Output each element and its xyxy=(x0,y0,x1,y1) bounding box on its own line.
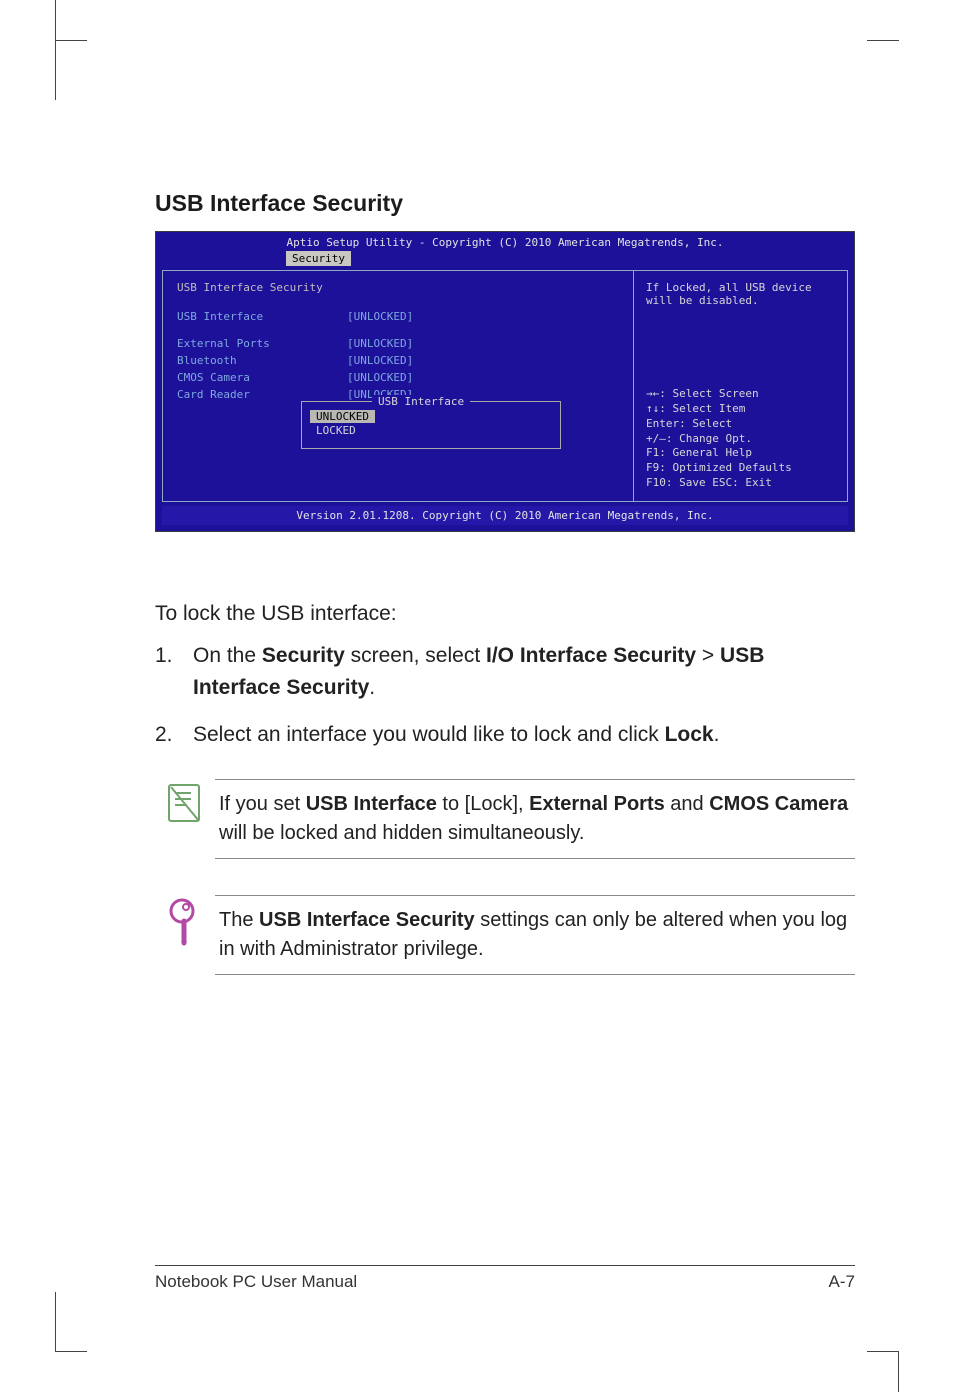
bios-row-usb-interface[interactable]: USB Interface [UNLOCKED] xyxy=(177,310,619,323)
note-text: If you set USB Interface to [Lock], Exte… xyxy=(215,779,855,859)
bios-popup-usb-interface: USB Interface UNLOCKED LOCKED xyxy=(301,401,561,449)
bios-tabs: Security xyxy=(156,251,854,270)
note-important: The USB Interface Security settings can … xyxy=(155,895,855,975)
bios-row-label: Card Reader xyxy=(177,388,347,401)
crop-mark xyxy=(55,40,87,100)
crop-mark xyxy=(55,0,56,40)
note-text: The USB Interface Security settings can … xyxy=(215,895,855,975)
tab-security[interactable]: Security xyxy=(286,251,351,266)
crop-mark xyxy=(55,1292,87,1352)
step-1: 1. On the Security screen, select I/O In… xyxy=(155,640,855,703)
bios-row-value: [UNLOCKED] xyxy=(347,371,413,384)
bios-row-value: [UNLOCKED] xyxy=(347,354,413,367)
bios-footer: Version 2.01.1208. Copyright (C) 2010 Am… xyxy=(162,506,848,525)
bios-row-bluetooth[interactable]: Bluetooth [UNLOCKED] xyxy=(177,354,619,367)
note-icon xyxy=(165,781,205,825)
footer-manual-title: Notebook PC User Manual xyxy=(155,1272,357,1292)
bios-row-label: Bluetooth xyxy=(177,354,347,367)
note-info: If you set USB Interface to [Lock], Exte… xyxy=(155,779,855,859)
bios-key-help: →←: Select Screen ↑↓: Select Item Enter:… xyxy=(646,387,835,491)
bios-row-label: CMOS Camera xyxy=(177,371,347,384)
bios-popup-title: USB Interface xyxy=(372,395,470,408)
footer-page-number: A-7 xyxy=(829,1272,855,1292)
step-number: 1. xyxy=(155,640,193,703)
bios-help-text: If Locked, all USB device will be disabl… xyxy=(646,281,835,307)
intro-text: To lock the USB interface: xyxy=(155,602,855,626)
page-heading: USB Interface Security xyxy=(155,190,855,217)
bios-row-label: External Ports xyxy=(177,337,347,350)
crop-mark xyxy=(867,40,899,100)
bios-screenshot: Aptio Setup Utility - Copyright (C) 2010… xyxy=(155,231,855,532)
bios-popup-option-locked[interactable]: LOCKED xyxy=(310,423,552,438)
step-2: 2. Select an interface you would like to… xyxy=(155,719,855,751)
step-number: 2. xyxy=(155,719,193,751)
bios-row-cmos-camera[interactable]: CMOS Camera [UNLOCKED] xyxy=(177,371,619,384)
bios-row-external-ports[interactable]: External Ports [UNLOCKED] xyxy=(177,337,619,350)
bios-section-title: USB Interface Security xyxy=(177,281,619,294)
magnifier-icon xyxy=(166,897,204,947)
bios-popup-option-unlocked[interactable]: UNLOCKED xyxy=(310,410,375,423)
crop-mark xyxy=(898,1352,899,1392)
bios-row-value: [UNLOCKED] xyxy=(347,337,413,350)
bios-row-label: USB Interface xyxy=(177,310,347,323)
crop-mark xyxy=(867,1292,899,1352)
bios-row-value: [UNLOCKED] xyxy=(347,310,413,323)
bios-title-bar: Aptio Setup Utility - Copyright (C) 2010… xyxy=(156,232,854,251)
